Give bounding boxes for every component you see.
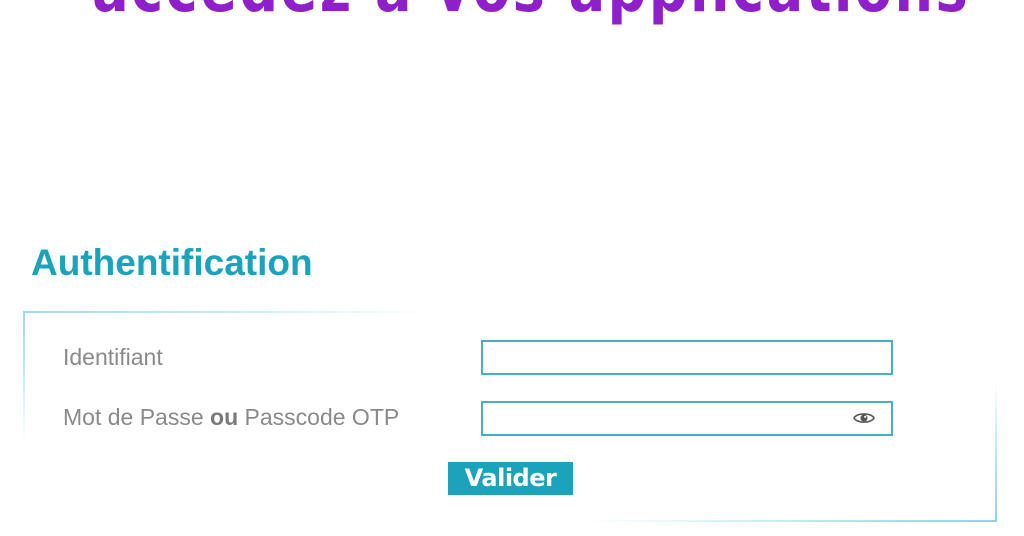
- password-label-or: ou: [210, 404, 239, 430]
- section-title: Authentification: [31, 242, 313, 283]
- eye-icon[interactable]: [852, 408, 876, 428]
- frame-right-border: [995, 311, 997, 522]
- password-label: Mot de Passe ou Passcode OTP: [63, 406, 399, 429]
- banner-title: accedez a vos applications: [92, 0, 968, 22]
- frame-bottom-border: [23, 520, 997, 522]
- identifiant-label: Identifiant: [63, 344, 163, 370]
- eye-icon-graphic: [853, 413, 875, 423]
- identifiant-input[interactable]: [481, 340, 893, 375]
- authentication-form: Identifiant Mot de Passe ou Passcode OTP…: [23, 311, 997, 522]
- password-input[interactable]: [481, 401, 893, 436]
- frame-left-border: [23, 311, 25, 522]
- frame-top-border: [23, 311, 997, 313]
- password-label-part2: Passcode OTP: [238, 404, 400, 430]
- valider-button[interactable]: Valider: [448, 462, 573, 495]
- password-label-part1: Mot de Passe: [63, 404, 211, 430]
- login-page: accedez a vos applications Authentificat…: [0, 0, 1024, 536]
